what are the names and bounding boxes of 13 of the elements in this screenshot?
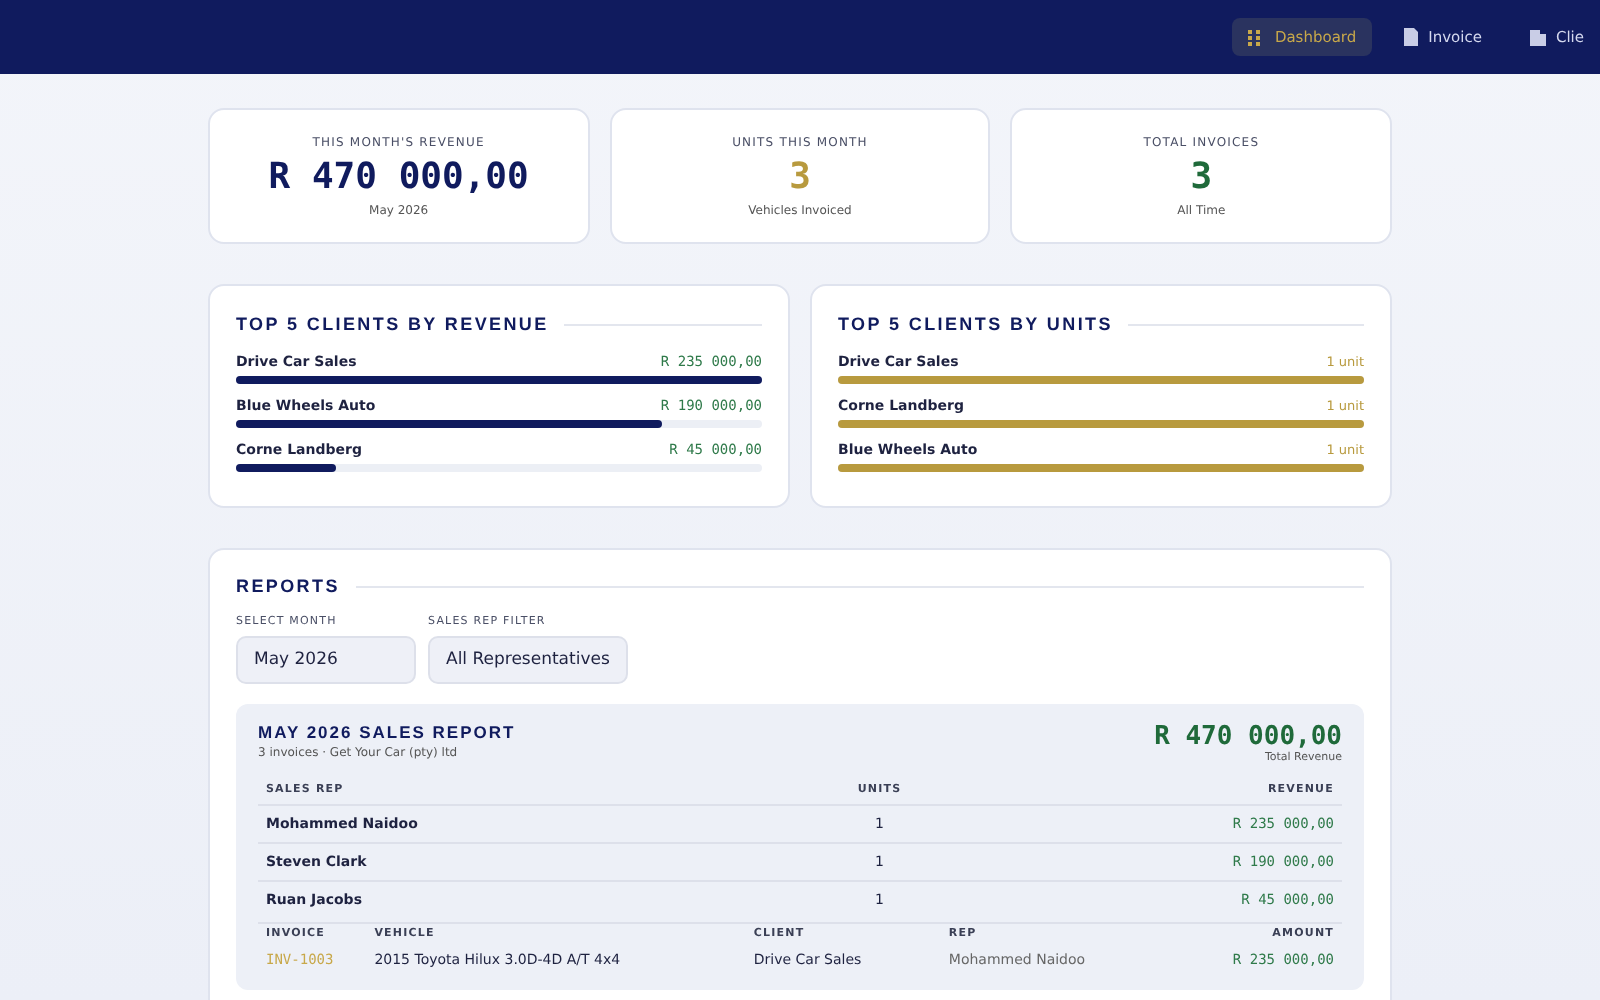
stat-value: 3 bbox=[1190, 155, 1213, 197]
building-icon bbox=[1529, 28, 1546, 46]
document-icon bbox=[1404, 28, 1419, 46]
grid-icon bbox=[1248, 29, 1265, 45]
card-title: TOP 5 CLIENTS BY REVENUE bbox=[236, 314, 549, 334]
card-title: TOP 5 CLIENTS BY UNITS bbox=[838, 314, 1113, 334]
select-field[interactable]: May 2026 bbox=[236, 636, 416, 684]
select-field[interactable]: All Representatives bbox=[428, 636, 628, 684]
stat-value: 3 bbox=[789, 155, 811, 197]
total-revenue: R 470 000,00 bbox=[1154, 722, 1342, 752]
report-title: MAY 2026 SALES REPORT bbox=[258, 722, 516, 742]
stat-value: R 470 000,00 bbox=[268, 155, 529, 197]
section-title: REPORTS bbox=[236, 576, 340, 596]
